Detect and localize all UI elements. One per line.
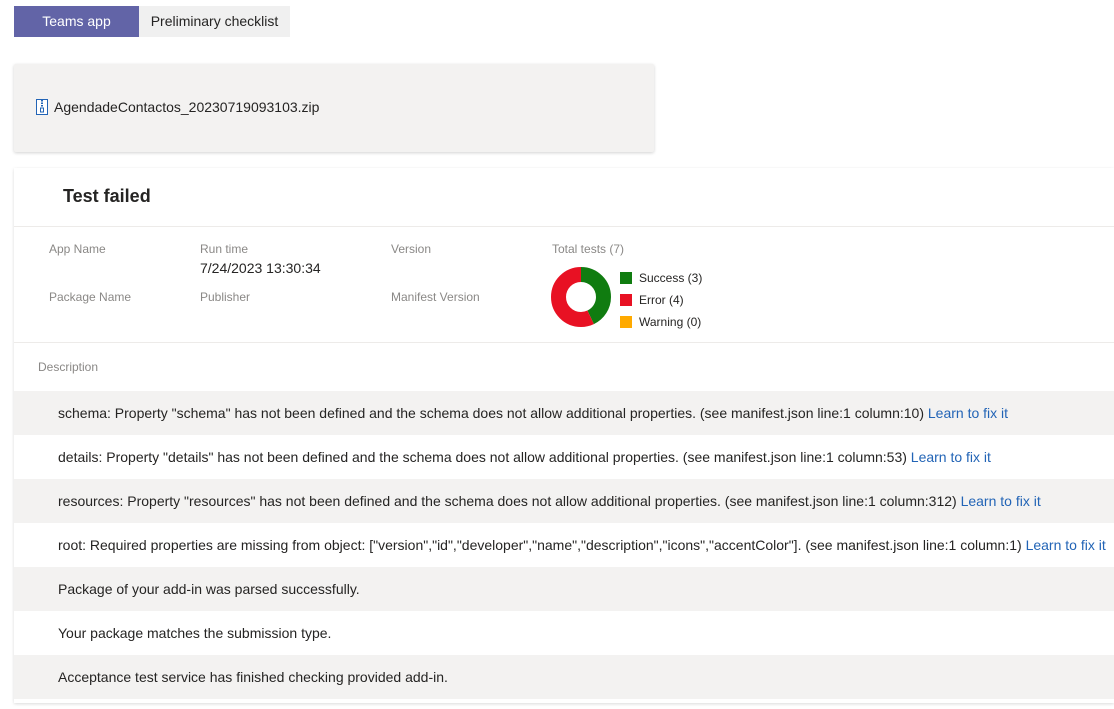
legend-swatch-warning [620,316,632,328]
tab-preliminary-checklist[interactable]: Preliminary checklist [139,6,290,37]
divider [14,342,1114,343]
total-tests-label: Total tests (7) [552,242,625,256]
result-row: resources: Property "resources" has not … [14,479,1114,523]
legend-item-error: Error (4) [620,289,702,311]
result-title: Test failed [63,186,151,206]
description-header: Description [38,360,99,374]
file-name[interactable]: AgendadeContactos_20230719093103.zip [54,99,319,115]
result-row-text: Acceptance test service has finished che… [58,669,448,685]
learn-to-fix-link[interactable]: Learn to fix it [961,493,1041,509]
run-time-label: Run time [200,242,249,256]
file-row: AgendadeContactos_20230719093103.zip [36,99,319,115]
learn-to-fix-link[interactable]: Learn to fix it [1026,537,1106,553]
legend-label-warning: Warning (0) [639,315,702,329]
test-result-card: Test failed App Name Run time 7/24/2023 … [14,168,1114,703]
zip-file-icon [36,99,48,115]
publisher-label: Publisher [200,290,251,304]
result-row-text: schema: Property "schema" has not been d… [58,405,928,421]
divider [14,226,1114,227]
manifest-version-label: Manifest Version [391,290,480,304]
tab-teams-app-validator[interactable]: Teams app validator [14,6,139,60]
test-results-donut-chart [551,267,611,327]
tab-bar: Teams app validator Preliminary checklis… [14,6,290,60]
result-row-text: root: Required properties are missing fr… [58,537,1026,553]
result-row: Package of your add-in was parsed succes… [14,567,1114,611]
learn-to-fix-link[interactable]: Learn to fix it [928,405,1008,421]
result-row-text: details: Property "details" has not been… [58,449,911,465]
result-row-text: Your package matches the submission type… [58,625,332,641]
legend-item-success: Success (3) [620,267,702,289]
legend-swatch-success [620,272,632,284]
package-name-label: Package Name [49,290,132,304]
uploaded-file-card: AgendadeContactos_20230719093103.zip [14,64,654,152]
learn-to-fix-link[interactable]: Learn to fix it [911,449,991,465]
version-label: Version [391,242,432,256]
result-row: details: Property "details" has not been… [14,435,1114,479]
legend-item-warning: Warning (0) [620,311,702,333]
result-row: Your package matches the submission type… [14,611,1114,655]
result-row: Acceptance test service has finished che… [14,655,1114,699]
legend-swatch-error [620,294,632,306]
legend-label-error: Error (4) [639,293,684,307]
result-row: root: Required properties are missing fr… [14,523,1114,567]
legend-label-success: Success (3) [639,271,703,285]
run-time-value: 7/24/2023 13:30:34 [200,260,321,276]
result-row-text: resources: Property "resources" has not … [58,493,961,509]
app-name-label: App Name [49,242,106,256]
chart-legend: Success (3) Error (4) Warning (0) [620,267,702,333]
results-list: schema: Property "schema" has not been d… [14,391,1114,699]
result-row: schema: Property "schema" has not been d… [14,391,1114,435]
result-row-text: Package of your add-in was parsed succes… [58,581,360,597]
